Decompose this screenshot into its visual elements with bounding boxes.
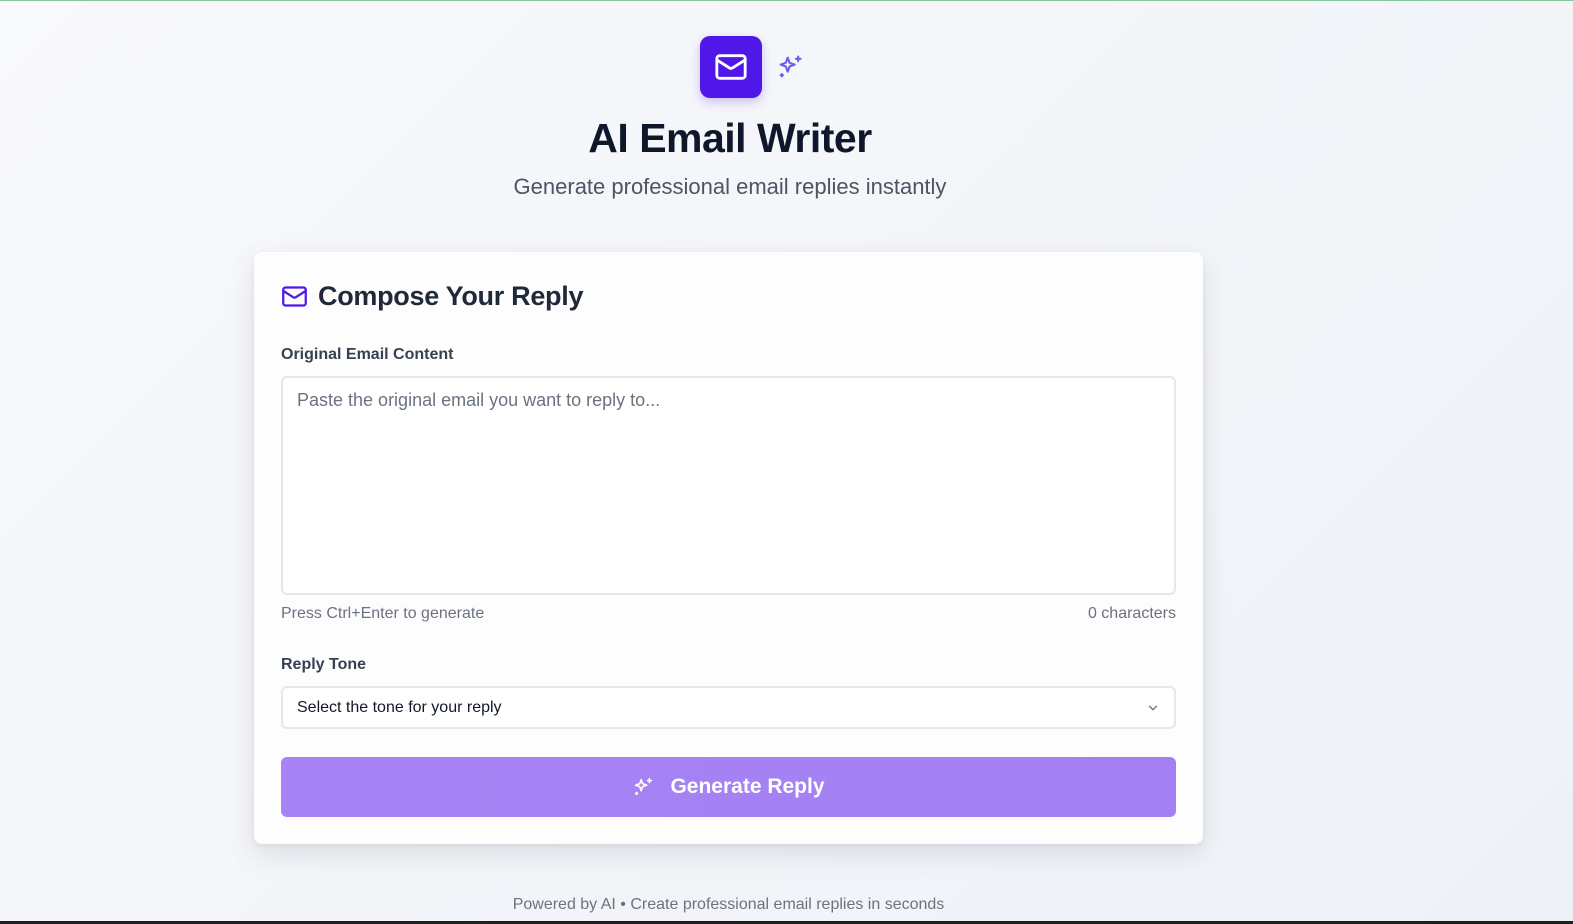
card-heading: Compose Your Reply bbox=[281, 281, 1176, 311]
generate-reply-button[interactable]: Generate Reply bbox=[281, 757, 1176, 817]
original-email-textarea[interactable] bbox=[281, 376, 1176, 595]
mail-icon bbox=[715, 54, 747, 80]
footer-text: Powered by AI • Create professional emai… bbox=[512, 896, 945, 913]
generate-reply-label: Generate Reply bbox=[670, 775, 825, 798]
logo-row bbox=[0, 36, 1460, 98]
logo-badge bbox=[700, 36, 762, 98]
sparkles-icon bbox=[776, 53, 804, 81]
compose-card: Compose Your Reply Original Email Conten… bbox=[254, 252, 1203, 844]
app-header: AI Email Writer Generate professional em… bbox=[0, 36, 1460, 200]
page-subtitle: Generate professional email replies inst… bbox=[513, 174, 947, 199]
card-heading-text: Compose Your Reply bbox=[318, 280, 584, 311]
helper-row: Press Ctrl+Enter to generate 0 character… bbox=[281, 605, 1176, 623]
mail-icon bbox=[282, 285, 307, 307]
top-border bbox=[0, 0, 1573, 1]
reply-tone-placeholder: Select the tone for your reply bbox=[297, 698, 502, 716]
original-email-label: Original Email Content bbox=[281, 346, 454, 363]
chevron-down-icon bbox=[1148, 705, 1158, 711]
character-count: 0 characters bbox=[1087, 605, 1176, 622]
page-title: AI Email Writer bbox=[588, 115, 872, 161]
sparkles-icon bbox=[635, 777, 653, 796]
shortcut-hint: Press Ctrl+Enter to generate bbox=[281, 605, 485, 622]
reply-tone-label: Reply Tone bbox=[281, 656, 367, 673]
reply-tone-select[interactable]: Select the tone for your reply bbox=[281, 686, 1176, 729]
